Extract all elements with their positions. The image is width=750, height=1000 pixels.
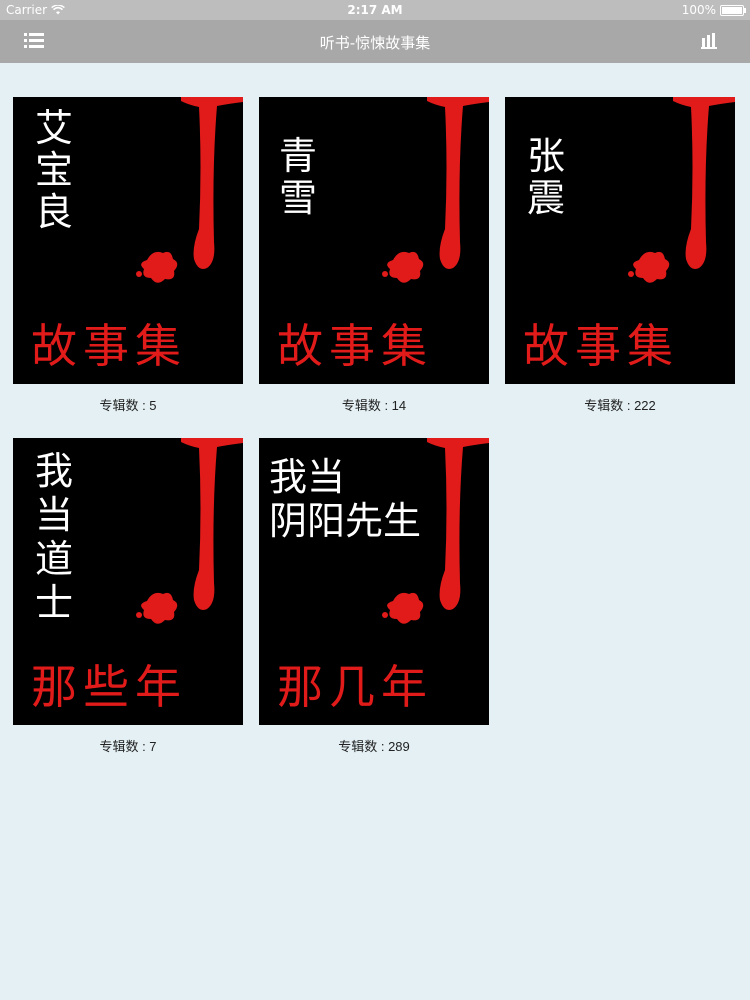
album-card[interactable]: 青雪故事集专辑数 : 14 bbox=[259, 97, 489, 414]
album-title: 艾宝良 bbox=[35, 109, 73, 235]
battery-icon bbox=[720, 4, 746, 16]
page-title: 听书-惊悚故事集 bbox=[319, 34, 431, 52]
album-title: 张震 bbox=[527, 137, 565, 221]
album-title-line: 青 bbox=[279, 134, 318, 178]
album-count-label: 专辑数 : 222 bbox=[584, 398, 656, 413]
album-subtitle: 故事集 bbox=[523, 319, 679, 373]
album-cover[interactable]: 我当道士那些年 bbox=[13, 438, 243, 725]
battery-level bbox=[722, 6, 742, 14]
navigation-bar: 听书-惊悚故事集 bbox=[0, 20, 750, 63]
battery-info: 100% bbox=[681, 3, 746, 17]
album-cover[interactable]: 青雪故事集 bbox=[259, 97, 489, 384]
album-title-line: 阴阳先生 bbox=[269, 499, 422, 543]
album-title: 青雪 bbox=[279, 137, 317, 221]
album-title-line: 宝 bbox=[35, 148, 74, 192]
battery-percent: 100% bbox=[681, 3, 716, 17]
album-card[interactable]: 艾宝良故事集专辑数 : 5 bbox=[13, 97, 243, 414]
album-title-line: 雪 bbox=[279, 176, 318, 220]
album-title-line: 张 bbox=[527, 134, 566, 178]
album-count-label: 专辑数 : 289 bbox=[338, 739, 410, 754]
album-card[interactable]: 我当 阴阳先生那几年专辑数 : 289 bbox=[259, 438, 489, 755]
album-title: 我当道士 bbox=[35, 452, 73, 628]
album-title-line: 道 bbox=[35, 537, 74, 581]
album-title-line: 当 bbox=[35, 493, 74, 537]
bar-chart-icon[interactable] bbox=[701, 33, 717, 49]
album-count-label: 专辑数 : 5 bbox=[99, 398, 157, 413]
album-subtitle: 那几年 bbox=[277, 660, 433, 714]
album-title-line: 良 bbox=[35, 190, 74, 234]
album-cover[interactable]: 艾宝良故事集 bbox=[13, 97, 243, 384]
clock: 2:17 AM bbox=[347, 3, 403, 17]
album-card[interactable]: 我当道士那些年专辑数 : 7 bbox=[13, 438, 243, 755]
album-title-line: 我 bbox=[35, 449, 74, 493]
album-subtitle: 故事集 bbox=[31, 319, 187, 373]
album-subtitle: 那些年 bbox=[31, 660, 187, 714]
status-bar: Carrier 2:17 AM 100% bbox=[0, 0, 750, 20]
album-card[interactable]: 张震故事集专辑数 : 222 bbox=[505, 97, 735, 414]
album-count-label: 专辑数 : 7 bbox=[99, 739, 157, 754]
album-title-line: 我当 bbox=[269, 455, 346, 499]
album-title: 我当 阴阳先生 bbox=[269, 458, 421, 546]
album-cover[interactable]: 我当 阴阳先生那几年 bbox=[259, 438, 489, 725]
album-title-line: 士 bbox=[35, 581, 74, 625]
album-cover[interactable]: 张震故事集 bbox=[505, 97, 735, 384]
album-title-line: 震 bbox=[527, 176, 566, 220]
album-title-line: 艾 bbox=[35, 106, 74, 150]
album-subtitle: 故事集 bbox=[277, 319, 433, 373]
album-count-label: 专辑数 : 14 bbox=[341, 398, 407, 413]
